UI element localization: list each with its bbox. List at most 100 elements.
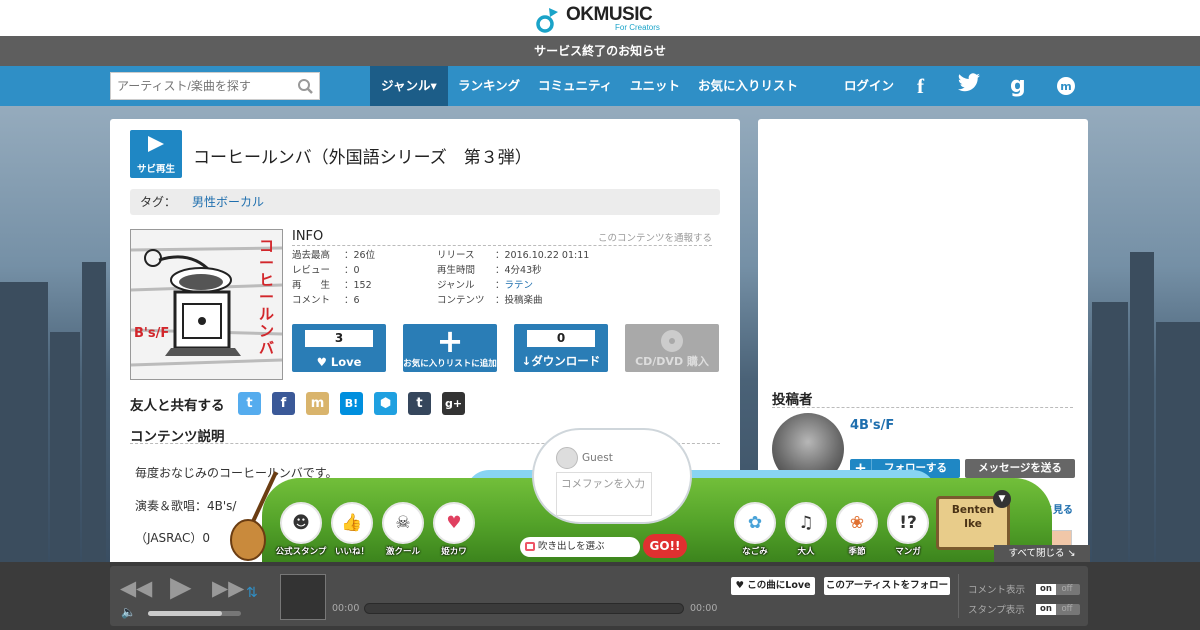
stamp-season-label: 季節 [848, 547, 866, 557]
nav-community[interactable]: コミュニティ [538, 66, 612, 106]
divider [958, 574, 959, 618]
nav-ranking[interactable]: ランキング [458, 66, 520, 106]
choose-balloon-label: 吹き出しを選ぶ [538, 541, 605, 552]
download-icon: ↓ [521, 354, 532, 368]
stamp-official-label: 公式スタンプ [275, 547, 327, 557]
next-icon[interactable]: ▶▶ [212, 576, 244, 600]
plus-icon: + [436, 322, 464, 360]
report-link[interactable]: このコンテンツを通報する [598, 230, 712, 244]
logo-subtitle: For Creators [615, 23, 660, 32]
info-release: リリース ：2016.10.22 01:11 [437, 250, 590, 261]
stamp-like[interactable]: 👍 [331, 502, 373, 544]
go-button[interactable]: GO!! [643, 534, 687, 558]
google-icon[interactable]: g [1010, 66, 1026, 106]
info-content-type: コンテンツ ：投稿楽曲 [437, 295, 543, 306]
share-hex-icon[interactable]: ⬢ [374, 392, 397, 415]
time-total: 00:00 [690, 603, 718, 614]
add-favorite-button[interactable]: + お気に入りリストに追加 [403, 324, 497, 372]
stamp-manga-label: マンガ [895, 547, 921, 557]
facebook-icon[interactable]: f [917, 66, 924, 106]
play-icon[interactable]: ▶ [170, 570, 192, 603]
love-button[interactable]: 3 ♥ Love [292, 324, 386, 372]
song-title: コーヒールンバ（外国語シリーズ 第３弾） [193, 148, 532, 168]
share-google-plus-icon[interactable]: g+ [442, 392, 465, 415]
description-line-3: （JASRAC）0 [135, 531, 211, 545]
info-genre: ジャンル ：ラテン [437, 280, 534, 291]
arrow-icon: ↘ [1067, 548, 1076, 559]
info-heading: INFO このコンテンツを通報する [292, 229, 712, 246]
tag-label: タグ： [140, 195, 177, 209]
service-end-notice[interactable]: サービス終了のお知らせ [0, 36, 1200, 66]
okmusic-logo[interactable]: OKMUSIC For Creators [536, 2, 666, 34]
info-peak: 過去最高 ：26位 [292, 250, 376, 261]
stamp-toggle[interactable]: on off [1036, 604, 1080, 615]
share-hatena-icon[interactable]: B! [340, 392, 363, 415]
guest-avatar-icon [556, 447, 578, 469]
jacket-artist-text: B's/F [134, 326, 170, 341]
share-twitter-icon[interactable]: t [238, 392, 261, 415]
stamp-official[interactable]: ☻ [280, 502, 322, 544]
sabi-play-label: サビ再生 [136, 164, 175, 175]
heart-icon: ♥ [735, 580, 748, 591]
stamp-cool[interactable]: ☠ [382, 502, 424, 544]
cd-dvd-label: CD/DVD 購入 [635, 355, 709, 368]
tag-link[interactable]: 男性ボーカル [192, 195, 264, 209]
comment-toggle[interactable]: on off [1036, 584, 1080, 595]
download-button[interactable]: 0 ↓ダウンロード [514, 324, 608, 372]
choose-balloon-button[interactable]: 吹き出しを選ぶ [520, 537, 640, 557]
tag-bar: タグ： 男性ボーカル [130, 189, 720, 215]
share-tumblr-icon[interactable]: t [408, 392, 431, 415]
volume-icon[interactable]: 🔈 [121, 605, 136, 619]
info-duration: 再生時間 ：4分43秒 [437, 265, 542, 276]
comment-input[interactable]: コメファンを入力 [556, 472, 652, 516]
stamp-cute[interactable]: ♥ [433, 502, 475, 544]
love-label: Love [330, 355, 362, 369]
mixi-icon[interactable]: m [1056, 76, 1076, 96]
close-all-button[interactable]: すべて閉じる ↘ [994, 545, 1090, 562]
add-favorite-label: お気に入りリストに追加 [403, 359, 497, 369]
stamp-manga[interactable]: !? [887, 502, 929, 544]
share-mixi-icon[interactable]: m [306, 392, 329, 415]
share-heading: 友人と共有する [130, 398, 225, 414]
search-box [110, 72, 320, 100]
player-love-button[interactable]: ♥ この曲にLove [731, 577, 815, 595]
twitter-icon[interactable] [957, 73, 981, 99]
time-current: 00:00 [332, 603, 360, 614]
stamp-bar: Guest コメファンを入力 ☻ 公式スタンプ 👍 いいね！ ☠ 激クール ♥ … [226, 428, 1090, 562]
info-title: INFO [292, 229, 324, 244]
logo-bar: OKMUSIC For Creators [0, 0, 1200, 36]
stamp-adult[interactable]: ♫ [785, 502, 827, 544]
share-facebook-icon[interactable]: f [272, 392, 295, 415]
guest-name: Guest [582, 452, 613, 464]
login-link[interactable]: ログイン [844, 66, 894, 106]
stamp-calm[interactable]: ✿ [734, 502, 776, 544]
search-input[interactable] [111, 73, 291, 99]
nav-unit[interactable]: ユニット [630, 66, 680, 106]
info-comments: コメント ：6 [292, 295, 360, 306]
seek-bar[interactable] [364, 603, 684, 614]
play-icon [148, 136, 164, 152]
track-thumbnail [280, 574, 326, 620]
jacket-title-text: コーヒールンバ [259, 237, 275, 357]
nav-favorites[interactable]: お気に入りリスト [698, 66, 798, 106]
info-plays: 再 生：152 [292, 280, 372, 291]
disc-icon [661, 330, 683, 352]
download-count: 0 [527, 330, 595, 347]
sabi-play-button[interactable]: サビ再生 [130, 130, 182, 178]
volume-slider[interactable] [148, 611, 241, 616]
comment-toggle-label: コメント表示 [968, 585, 1026, 596]
genre-link[interactable]: ラテン [505, 280, 534, 291]
info-review: レビュー ：0 [292, 265, 360, 276]
stamp-like-label: いいね！ [334, 547, 369, 557]
download-label: ダウンロード [531, 354, 601, 368]
stamp-cute-label: 姫カワ [441, 547, 467, 557]
stamp-season[interactable]: ❀ [836, 502, 878, 544]
search-icon[interactable] [297, 78, 314, 98]
repeat-icon[interactable]: ⇅ [246, 585, 258, 601]
volume-fill [148, 611, 223, 616]
cd-dvd-button[interactable]: CD/DVD 購入 [625, 324, 719, 372]
player-follow-button[interactable]: このアーティストをフォロー [824, 577, 950, 595]
chevron-down-icon[interactable]: ▼ [993, 490, 1011, 508]
previous-icon[interactable]: ◀◀ [120, 576, 152, 600]
nav-genre[interactable]: ジャンル▾ [370, 66, 448, 106]
